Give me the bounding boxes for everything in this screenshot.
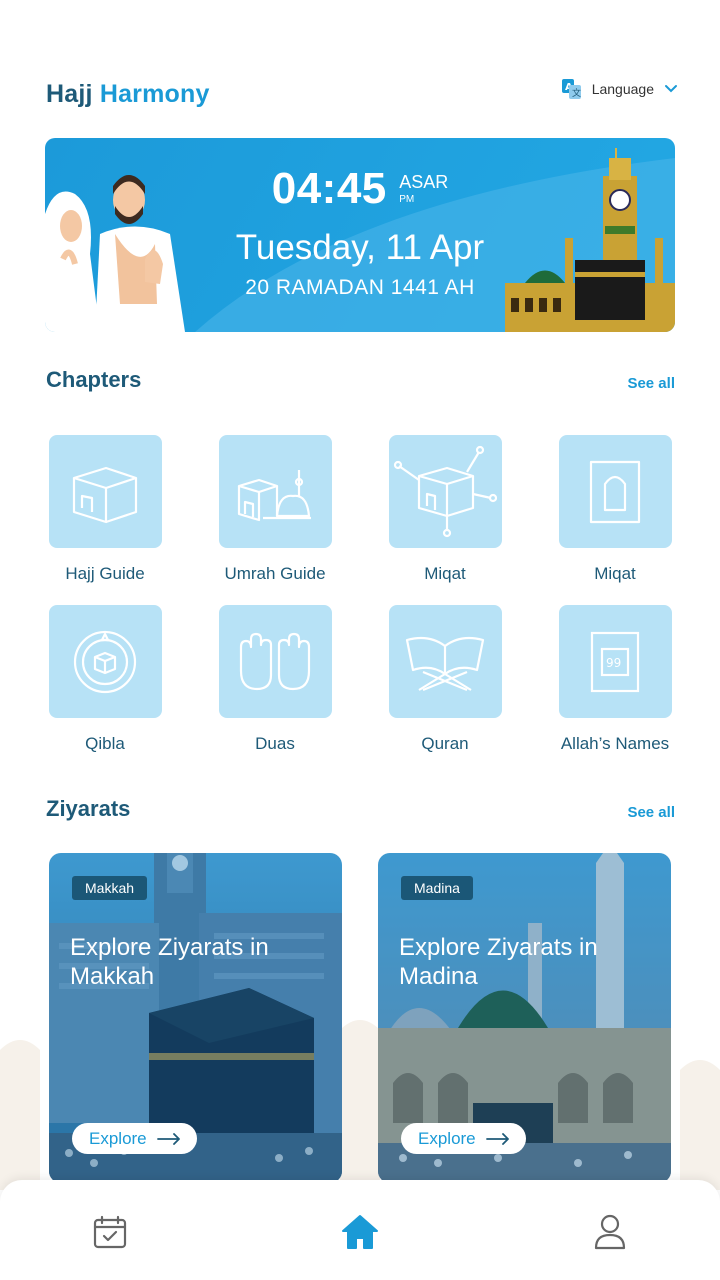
chapter-label: Duas [255, 734, 295, 753]
calendar-check-icon [93, 1215, 127, 1249]
quran-icon [405, 636, 485, 691]
chapter-tile [218, 435, 332, 548]
miqat-network-icon [393, 445, 497, 537]
nav-profile[interactable] [590, 1212, 630, 1252]
chapter-miqat[interactable]: Miqat [370, 435, 520, 584]
names-99-icon: 99 [590, 631, 640, 692]
chapter-label: Umrah Guide [224, 564, 326, 583]
chapter-tile [388, 605, 502, 718]
prayer-name: ASAR [399, 172, 449, 192]
home-icon [342, 1215, 378, 1249]
compass-icon [73, 630, 137, 693]
explore-button[interactable]: Explore [72, 1123, 197, 1154]
chapter-duas[interactable]: Duas [200, 605, 350, 754]
arrow-right-icon [156, 1132, 180, 1145]
svg-text:99: 99 [606, 656, 621, 670]
chapter-tile [388, 435, 502, 548]
translate-icon: A 文 [561, 79, 582, 99]
brand-word-2: Harmony [99, 80, 210, 108]
prayer-time-row: 04:45 ASAR PM [45, 164, 675, 214]
app-header: Hajj Harmony A 文 Language [46, 78, 678, 114]
language-label: Language [591, 81, 654, 97]
nav-home[interactable] [340, 1212, 380, 1252]
explore-button[interactable]: Explore [401, 1123, 526, 1154]
language-selector[interactable]: A 文 Language [561, 78, 678, 100]
chapter-label: Quran [421, 734, 469, 753]
mosque-icon [237, 469, 311, 521]
ziyarats-see-all-link[interactable]: See all [627, 804, 675, 821]
chevron-down-icon [664, 84, 678, 94]
brand-word-1: Hajj [46, 80, 93, 108]
arrow-right-icon [485, 1132, 509, 1145]
praying-hands-icon [239, 632, 311, 690]
app-logo-title: Hajj Harmony [46, 80, 210, 109]
chapter-label: Allah’s Names [560, 734, 670, 753]
kaaba-icon [72, 466, 138, 523]
city-tag: Makkah [72, 876, 148, 900]
chapter-hajj-guide[interactable]: Hajj Guide [30, 435, 180, 584]
chapters-title: Chapters [46, 367, 142, 392]
chapter-quran[interactable]: Quran [370, 605, 520, 754]
prayer-meta: ASAR PM [399, 172, 448, 205]
svg-text:文: 文 [572, 87, 581, 99]
chapter-tile: 99 [558, 605, 672, 718]
card-title: Explore Ziyarats in Makkah [70, 934, 269, 990]
ziyarat-card-madina[interactable]: Madina Explore Ziyarats in Madina Explor… [378, 853, 671, 1183]
chapters-see-all-link[interactable]: See all [627, 375, 675, 392]
explore-label: Explore [89, 1128, 147, 1148]
mihrab-icon [589, 460, 641, 523]
chapter-miqat-2[interactable]: Miqat [540, 435, 690, 584]
ziyarats-title: Ziyarats [46, 796, 131, 821]
chapter-tile [48, 605, 162, 718]
chapter-label: Miqat [594, 564, 636, 583]
current-time: 04:45 [271, 164, 387, 213]
chapter-label: Miqat [424, 564, 466, 583]
chapter-qibla[interactable]: Qibla [30, 605, 180, 754]
card-title: Explore Ziyarats in Madina [399, 934, 598, 990]
chapter-umrah-guide[interactable]: Umrah Guide [200, 435, 350, 584]
gregorian-date: Tuesday, 11 Apr [235, 228, 485, 267]
time-ampm: PM [399, 194, 415, 205]
prayer-time-banner[interactable]: 04:45 ASAR PM Tuesday, 11 Apr 20 RAMADAN… [45, 138, 675, 332]
chapter-tile [48, 435, 162, 548]
chapter-label: Qibla [85, 734, 125, 753]
city-tag: Madina [401, 876, 473, 900]
explore-label: Explore [418, 1128, 476, 1148]
chapter-tile [558, 435, 672, 548]
hijri-date: 20 RAMADAN 1441 AH [245, 276, 475, 299]
bottom-navigation [0, 1180, 720, 1280]
nav-calendar[interactable] [90, 1212, 130, 1252]
profile-icon [594, 1214, 626, 1250]
ziyarat-card-makkah[interactable]: Makkah Explore Ziyarats in Makkah Explor… [49, 853, 342, 1183]
chapter-label: Hajj Guide [65, 564, 145, 583]
chapter-allahs-names[interactable]: 99 Allah’s Names [540, 605, 690, 754]
chapter-tile [218, 605, 332, 718]
